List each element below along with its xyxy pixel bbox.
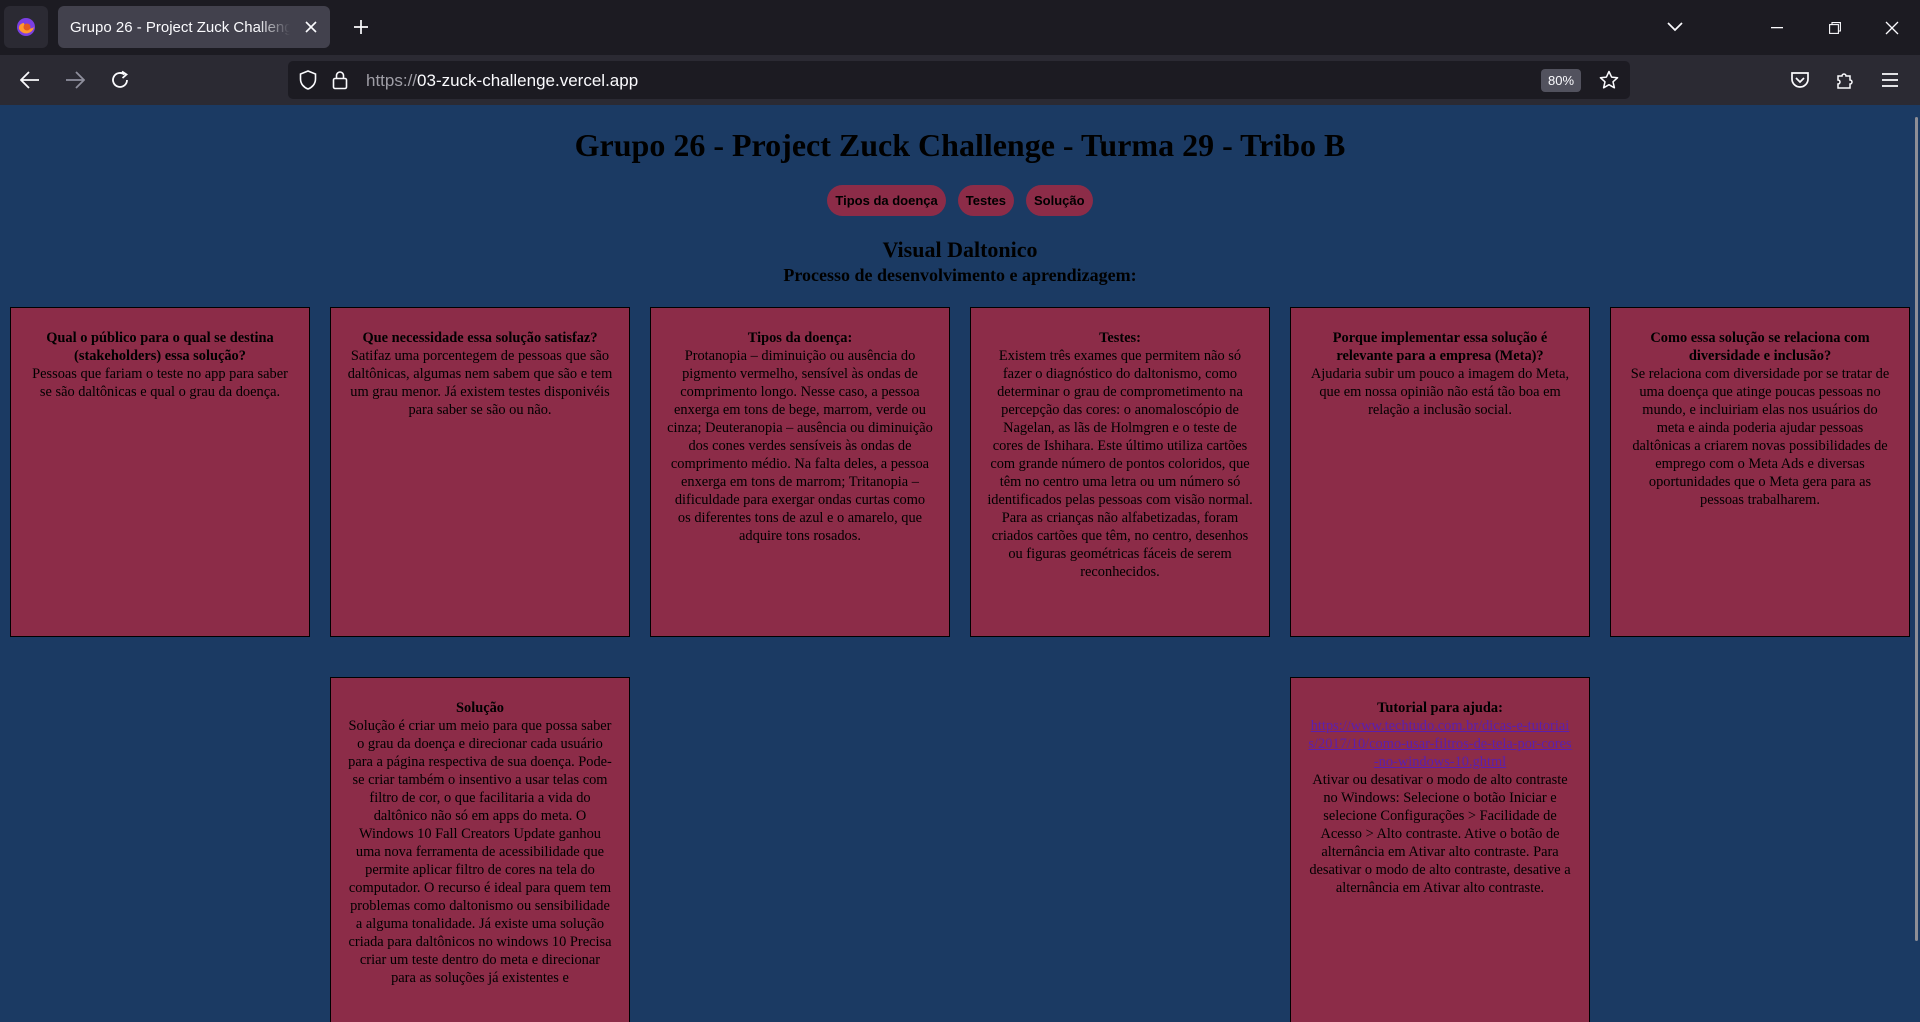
firefox-menu-button[interactable]	[4, 6, 48, 48]
zoom-level-badge[interactable]: 80%	[1541, 69, 1582, 92]
card-body: Solução é criar um meio para que possa s…	[348, 718, 612, 986]
chevron-down-icon	[1667, 22, 1683, 32]
card-heading: Que necessidade essa solução satisfaz?	[362, 330, 598, 346]
shield-icon[interactable]	[298, 70, 318, 90]
nav-solucao-button[interactable]: Solução	[1026, 185, 1093, 216]
page-title: Grupo 26 - Project Zuck Challenge - Turm…	[574, 127, 1346, 163]
card-body: Pessoas que fariam o teste no app para s…	[32, 366, 288, 400]
plus-icon	[354, 20, 368, 34]
url-host: 03-zuck-challenge.vercel.app	[417, 71, 639, 90]
navigation-toolbar: https://03-zuck-challenge.vercel.app 80%	[0, 55, 1920, 105]
card-heading: Porque implementar essa solução é releva…	[1332, 330, 1548, 364]
card-diversidade: Como essa solução se relaciona com diver…	[1610, 307, 1910, 637]
page-scrollbar[interactable]	[1915, 117, 1918, 941]
card-heading: Como essa solução se relaciona com diver…	[1650, 330, 1870, 364]
close-tab-icon[interactable]	[300, 16, 322, 38]
nav-testes-button[interactable]: Testes	[957, 185, 1014, 216]
card-body: Protanopia – diminuição ou ausência do p…	[667, 348, 933, 544]
tab-title: Grupo 26 - Project Zuck Challenge - Turm…	[70, 18, 290, 36]
card-heading: Tipos da doença:	[747, 330, 853, 346]
card-body: Ativar ou desativar o modo de alto contr…	[1309, 772, 1571, 896]
card-solucao: Solução Solução é criar um meio para que…	[330, 677, 630, 1022]
card-body: Se relaciona com diversidade por se trat…	[1630, 366, 1890, 508]
minimize-button[interactable]	[1749, 0, 1805, 55]
minimize-icon	[1771, 26, 1783, 28]
card-testes: Testes: Existem três exames que permitem…	[970, 307, 1270, 637]
card-necessidade: Que necessidade essa solução satisfaz? S…	[330, 307, 630, 637]
section-subtitle: Processo de desenvolvimento e aprendizag…	[783, 265, 1137, 285]
url-scheme: https://	[366, 71, 418, 90]
address-bar[interactable]: https://03-zuck-challenge.vercel.app 80%	[288, 61, 1630, 99]
nav-tipos-da-doenca-button[interactable]: Tipos da doença	[827, 185, 946, 216]
extensions-button[interactable]	[1830, 65, 1860, 95]
bookmark-star-icon[interactable]	[1598, 69, 1620, 91]
puzzle-icon	[1837, 73, 1853, 89]
pocket-icon	[1791, 72, 1809, 88]
url-text[interactable]: https://03-zuck-challenge.vercel.app	[366, 71, 638, 91]
firefox-logo-icon	[17, 18, 35, 36]
hamburger-menu-icon	[1882, 73, 1898, 87]
card-heading: Qual o público para o qual se destina (s…	[46, 330, 274, 364]
section-title: Visual Daltonico	[882, 237, 1038, 262]
card-body: Ajudaria subir um pouco a imagem do Meta…	[1310, 366, 1570, 418]
card-tutorial: Tutorial para ajuda: https://www.techtud…	[1290, 677, 1590, 1022]
close-window-button[interactable]	[1864, 0, 1920, 55]
app-menu-button[interactable]	[1875, 65, 1905, 95]
restore-button[interactable]	[1807, 0, 1863, 55]
card-heading: Tutorial para ajuda:	[1377, 700, 1503, 716]
card-relevancia-meta: Porque implementar essa solução é releva…	[1290, 307, 1590, 637]
list-all-tabs-button[interactable]	[1660, 12, 1690, 42]
page-nav: Tipos da doença Testes Solução	[0, 185, 1920, 216]
back-button[interactable]	[14, 64, 46, 96]
tutorial-link[interactable]: https://www.techtudo.com.br/dicas-e-tuto…	[1308, 718, 1571, 770]
arrow-left-icon	[20, 71, 39, 89]
lock-icon[interactable]	[330, 70, 350, 90]
tab-strip: Grupo 26 - Project Zuck Challenge - Turm…	[0, 0, 1920, 55]
card-tipos-da-doenca: Tipos da doença: Protanopia – diminuição…	[650, 307, 950, 637]
restore-icon	[1829, 21, 1841, 34]
arrow-right-icon	[66, 71, 85, 89]
card-body: Satifaz uma porcentegem de pessoas que s…	[347, 348, 613, 418]
new-tab-button[interactable]	[346, 12, 376, 42]
active-tab[interactable]: Grupo 26 - Project Zuck Challenge - Turm…	[58, 6, 330, 48]
reload-icon	[112, 70, 128, 88]
card-stakeholders: Qual o público para o qual se destina (s…	[10, 307, 310, 637]
reload-button[interactable]	[104, 64, 136, 96]
page-viewport: Grupo 26 - Project Zuck Challenge - Turm…	[0, 105, 1920, 1022]
card-heading: Solução	[456, 700, 504, 716]
card-heading: Testes:	[1099, 330, 1141, 346]
card-body: Existem três exames que permitem não só …	[987, 348, 1253, 580]
close-icon	[1885, 21, 1899, 34]
forward-button[interactable]	[59, 64, 91, 96]
pocket-button[interactable]	[1785, 65, 1815, 95]
